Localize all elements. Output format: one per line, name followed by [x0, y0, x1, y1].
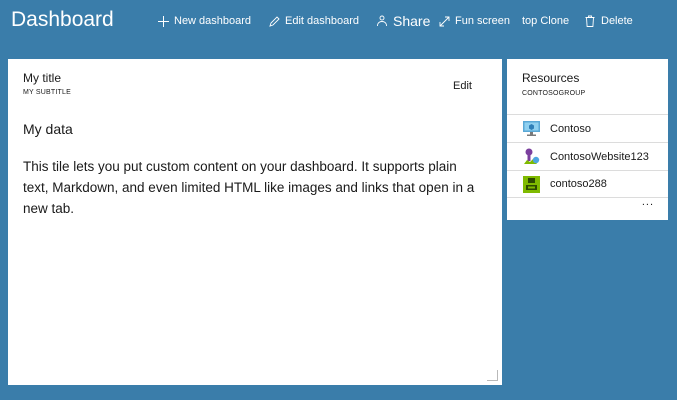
share-label: Share — [393, 13, 431, 29]
tile-subtitle: MY SUBTITLE — [23, 89, 71, 96]
website-icon — [522, 147, 541, 166]
top-clone-label: top Clone — [522, 15, 570, 27]
new-dashboard-label: New dashboard — [174, 15, 252, 27]
resize-handle[interactable] — [487, 370, 498, 381]
top-bar: Dashboard New dashboard Edit dashboard S… — [0, 0, 677, 44]
pencil-icon — [268, 15, 280, 27]
plus-icon — [157, 15, 169, 27]
page-title: Dashboard — [11, 8, 114, 31]
fun-screen-label: Fun screen — [455, 15, 511, 27]
tile-heading: My data — [23, 121, 73, 137]
resource-name: Contoso — [550, 122, 591, 135]
markdown-tile[interactable]: My title MY SUBTITLE Edit My data This t… — [8, 59, 502, 385]
tile-title: My title — [23, 71, 62, 85]
storage-icon — [522, 175, 541, 194]
edit-dashboard-button[interactable]: Edit dashboard — [268, 12, 359, 30]
resource-item-contoso[interactable]: Contoso — [507, 114, 668, 142]
virtual-machine-icon — [522, 119, 541, 138]
expand-icon — [438, 15, 450, 27]
resource-name: ContosoWebsite123 — [550, 150, 649, 163]
resources-tile[interactable]: Resources CONTOSOGROUP Contoso ContosoWe… — [507, 59, 668, 220]
delete-label: Delete — [601, 15, 633, 27]
top-clone-button[interactable]: top Clone — [522, 12, 569, 30]
edit-dashboard-label: Edit dashboard — [285, 15, 359, 27]
resource-item-contoso288[interactable]: contoso288 — [507, 170, 668, 198]
delete-button[interactable]: Delete — [584, 12, 633, 30]
share-button[interactable]: Share — [376, 12, 430, 30]
resources-title: Resources — [522, 71, 580, 85]
resource-list: Contoso ContosoWebsite123 contoso288 — [507, 114, 668, 198]
share-icon — [376, 15, 388, 27]
resources-subtitle: CONTOSOGROUP — [522, 90, 586, 97]
new-dashboard-button[interactable]: New dashboard — [157, 12, 251, 30]
resource-item-contosowebsite123[interactable]: ContosoWebsite123 — [507, 142, 668, 170]
tile-body-text: This tile lets you put custom content on… — [23, 159, 475, 216]
resource-name: contoso288 — [550, 178, 607, 190]
tile-edit-button[interactable]: Edit — [453, 80, 472, 92]
trash-icon — [584, 15, 596, 27]
more-button[interactable]: ... — [642, 196, 654, 208]
fun-screen-button[interactable]: Fun screen — [438, 12, 510, 30]
